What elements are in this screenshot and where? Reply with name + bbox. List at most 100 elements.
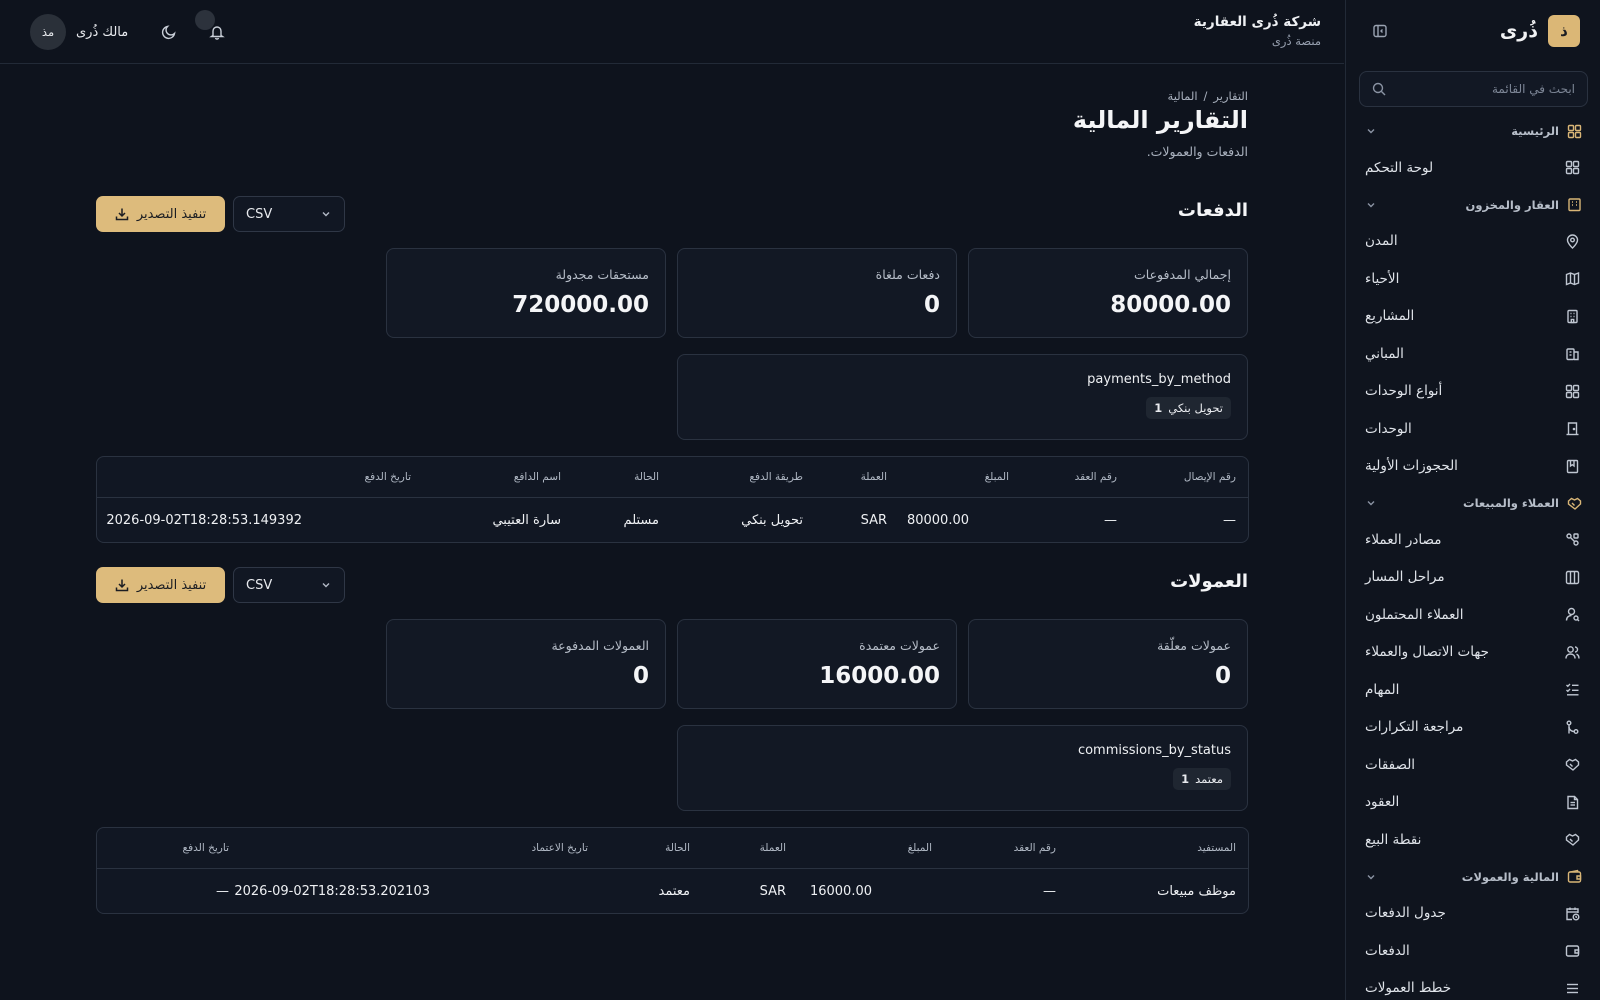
sidebar-item-unit-types[interactable]: أنواع الوحدات (1346, 373, 1600, 411)
cancelled-payments-card: دفعات ملغاة 0 (677, 248, 957, 338)
nav-group-label: العملاء والمبيعات (1463, 496, 1559, 510)
sidebar-item-dashboard[interactable]: لوحة التحكم (1346, 149, 1600, 187)
sidebar-item-label: المشاريع (1365, 308, 1415, 325)
column-header: العملة (860, 471, 887, 483)
grid-icon (1567, 124, 1582, 139)
cell-contract: — (1043, 883, 1056, 899)
sidebar-item-duplicates[interactable]: مراجعة التكرارات (1346, 709, 1600, 747)
paid-commissions-card: العمولات المدفوعة 0 (386, 619, 666, 709)
column-header: تاريخ الدفع (182, 842, 229, 854)
page-title: التقارير المالية (1072, 106, 1248, 134)
sidebar-item-label: خطط العمولات (1365, 980, 1452, 997)
breakdown-chip: معتمد 1 (1173, 768, 1231, 790)
sidebar-item-pos[interactable]: نقطة البيع (1346, 821, 1600, 859)
sidebar-item-commission-plans[interactable]: خطط العمولات (1346, 970, 1600, 1000)
breadcrumb-root[interactable]: التقارير (1213, 89, 1248, 103)
chip-label: معتمد (1195, 772, 1223, 786)
column-header: الحالة (634, 471, 659, 483)
sidebar-item-label: مراحل المسار (1365, 569, 1445, 586)
kanban-icon (1565, 570, 1580, 585)
user-search-icon (1565, 607, 1580, 622)
table-row[interactable]: — — 80000.00 SAR تحويل بنكي مستلم سارة ا… (97, 498, 1248, 542)
nav-group-label: المالية والعمولات (1461, 869, 1559, 884)
nav-group-clients[interactable]: العملاء والمبيعات (1346, 485, 1600, 521)
dashboard-icon (1565, 160, 1580, 175)
list-checks-icon (1565, 682, 1580, 697)
sidebar-item-reservations[interactable]: الحجوزات الأولية (1346, 448, 1600, 486)
nav-group-finance[interactable]: المالية والعمولات (1346, 859, 1600, 895)
cell-amount: 16000.00 (809, 883, 872, 899)
total-payments-card: إجمالي المدفوعات 80000.00 (968, 248, 1248, 338)
sidebar-item-leads[interactable]: العملاء المحتملون (1346, 596, 1600, 634)
sidebar-item-label: الدفعات (1365, 942, 1410, 959)
sidebar-item-projects[interactable]: المشاريع (1346, 298, 1600, 336)
column-header: اسم الدافع (513, 471, 561, 483)
sidebar-item-cities[interactable]: المدن (1346, 223, 1600, 261)
breadcrumb-current: المالية (1167, 89, 1198, 103)
topbar: شركة ذُرى العقارية منصة ذُرى مذ مالك ذُر… (0, 0, 1344, 64)
sidebar-item-tasks[interactable]: المهام (1346, 671, 1600, 709)
card-value: 80000.00 (1110, 292, 1231, 318)
org-info: شركة ذُرى العقارية منصة ذُرى (1194, 14, 1321, 48)
chevron-down-icon (320, 208, 332, 220)
sidebar-item-districts[interactable]: الأحياء (1346, 260, 1600, 298)
payments-format-select[interactable]: CSV (233, 196, 345, 232)
users-icon (1565, 645, 1580, 660)
sidebar-item-buildings[interactable]: المباني (1346, 335, 1600, 373)
sidebar-collapse-icon[interactable] (1371, 22, 1389, 40)
chevron-down-icon (1365, 199, 1377, 211)
sidebar-search[interactable] (1359, 71, 1588, 107)
sidebar-item-lead-sources[interactable]: مصادر العملاء (1346, 521, 1600, 559)
sidebar-item-pipeline-stages[interactable]: مراحل المسار (1346, 559, 1600, 597)
sidebar-item-contacts[interactable]: جهات الاتصال والعملاء (1346, 634, 1600, 672)
chip-count: 1 (1154, 401, 1163, 415)
sidebar-item-payments[interactable]: الدفعات (1346, 932, 1600, 970)
cell-approved-at: 2026-09-02T18:28:53.202103 (234, 883, 430, 899)
sidebar-item-deals[interactable]: الصفقات (1346, 746, 1600, 784)
commissions-by-status-card: commissions_by_status معتمد 1 (677, 725, 1248, 811)
commissions-format-select[interactable]: CSV (233, 567, 345, 603)
payments-export-button[interactable]: تنفيذ التصدير (96, 196, 225, 232)
table-row[interactable]: موظف مبيعات — 16000.00 SAR معتمد 2026-09… (97, 869, 1248, 913)
git-merge-icon (1565, 720, 1580, 735)
pending-commissions-card: عمولات معلّقة 0 (968, 619, 1248, 709)
brand[interactable]: ذ ذُرى (1500, 15, 1580, 47)
chevron-down-icon (1365, 497, 1377, 509)
sidebar-item-label: الحجوزات الأولية (1365, 458, 1458, 475)
cell-amount: 80000.00 (906, 512, 969, 528)
card-value: 0 (923, 292, 940, 318)
sidebar-item-label: العملاء المحتملون (1365, 606, 1464, 623)
format-select-value: CSV (246, 577, 273, 593)
handshake-icon (1567, 496, 1582, 511)
breakdown-chip: تحويل بنكي 1 (1146, 397, 1231, 419)
card-label: عمولات معتمدة (859, 638, 940, 653)
main-content: التقارير / المالية التقارير المالية الدف… (0, 64, 1344, 1000)
cell-contract: — (1104, 512, 1117, 528)
approved-commissions-card: عمولات معتمدة 16000.00 (677, 619, 957, 709)
commissions-export-button[interactable]: تنفيذ التصدير (96, 567, 225, 603)
card-label: عمولات معلّقة (1157, 638, 1231, 653)
sidebar-item-payment-schedule[interactable]: جدول الدفعات (1346, 895, 1600, 933)
sidebar-item-units[interactable]: الوحدات (1346, 410, 1600, 448)
door-icon (1565, 421, 1580, 436)
commissions-table: المستفيد رقم العقد المبلغ العملة الحالة … (96, 827, 1249, 914)
scheduled-dues-card: مستحقات مجدولة 720000.00 (386, 248, 666, 338)
user-menu[interactable]: مذ مالك ذُرى (30, 14, 128, 50)
sidebar-item-label: الصفقات (1365, 756, 1416, 773)
sidebar-search-input[interactable] (1394, 82, 1575, 96)
sidebar-item-label: الوحدات (1365, 420, 1412, 437)
column-header: المستفيد (1197, 842, 1236, 854)
moon-icon[interactable] (159, 22, 179, 42)
handshake-icon (1565, 757, 1580, 772)
sidebar-item-contracts[interactable]: العقود (1346, 784, 1600, 822)
nav-group-home[interactable]: الرئيسية (1346, 113, 1600, 149)
sidebar-item-label: الأحياء (1365, 270, 1400, 287)
nav-group-property[interactable]: العقار والمخزون (1346, 187, 1600, 223)
table-header: رقم الإيصال رقم العقد المبلغ العملة طريق… (97, 457, 1248, 498)
sidebar-item-label: لوحة التحكم (1365, 159, 1434, 176)
map-icon (1565, 271, 1580, 286)
bookmark-icon (1565, 459, 1580, 474)
bell-icon[interactable] (207, 22, 227, 42)
cell-currency: SAR (759, 883, 786, 899)
export-button-label: تنفيذ التصدير (136, 577, 207, 593)
